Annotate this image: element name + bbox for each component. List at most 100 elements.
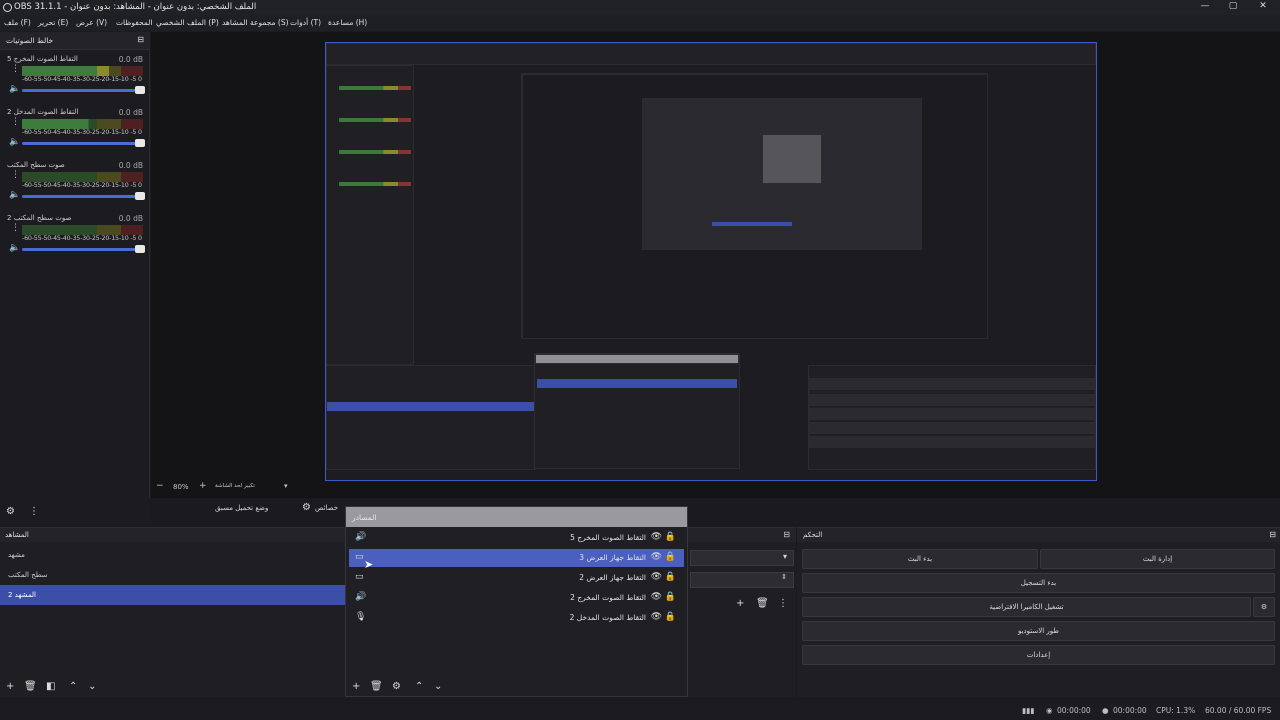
source-properties-gear-icon[interactable]: ⚙: [392, 681, 401, 692]
menu-tools[interactable]: أدوات (T): [290, 18, 321, 27]
menu-edit[interactable]: تحرير (E): [38, 18, 68, 27]
volume-slider-knob[interactable]: [135, 86, 145, 94]
studio-buttons: وضع تحميل مسبق ⚙ خصائص: [155, 498, 355, 522]
chevron-down-icon: ▾: [782, 552, 787, 561]
mixer-header: خالط الصوتيات ⊟: [0, 32, 150, 50]
move-down-icon[interactable]: ⌄: [434, 681, 442, 692]
source-item[interactable]: 🎙 التقاط الصوت المدخل 2 👁 🔒: [349, 609, 684, 627]
move-down-icon[interactable]: ⌄: [88, 681, 96, 692]
settings-button[interactable]: إعدادات: [802, 645, 1275, 665]
volume-slider[interactable]: [22, 139, 145, 147]
volume-slider[interactable]: [22, 192, 145, 200]
transition-more-icon[interactable]: ⋮: [778, 598, 788, 609]
dock-menu-icon[interactable]: ⊟: [1269, 530, 1276, 539]
visibility-eye-icon[interactable]: 👁: [651, 552, 662, 562]
zoom-out-button[interactable]: −: [156, 481, 164, 491]
source-label: التقاط جهاز العرض 2: [579, 573, 646, 582]
studio-mode-button[interactable]: وضع تحميل مسبق: [215, 504, 268, 512]
channel-menu-icon[interactable]: ⋮: [11, 118, 20, 127]
remove-scene-trash-icon[interactable]: 🗑: [24, 681, 37, 692]
menu-help[interactable]: مساعدة (H): [328, 18, 367, 27]
add-source-button[interactable]: +: [352, 681, 360, 692]
title-bar: OBS 31.1.1 - الملف الشخصي: بدون عنوان - …: [0, 0, 1280, 15]
source-item[interactable]: ▭ التقاط جهاز العرض 3 👁 🔒: [349, 549, 684, 567]
volume-slider-knob[interactable]: [135, 245, 145, 253]
remove-source-trash-icon[interactable]: 🗑: [370, 681, 383, 692]
menu-profile[interactable]: الملف الشخصي (P): [156, 18, 219, 27]
speaker-icon[interactable]: 🔈: [9, 243, 20, 253]
lock-icon[interactable]: 🔒: [665, 552, 676, 562]
scene-item[interactable]: سطح المكتب: [0, 565, 346, 585]
channel-db: 0.0 dB: [118, 161, 143, 170]
preview-canvas[interactable]: [325, 42, 1097, 481]
menu-docks[interactable]: المحفوظات: [116, 18, 153, 27]
visibility-eye-icon[interactable]: 👁: [651, 532, 662, 542]
volume-slider-knob[interactable]: [135, 139, 145, 147]
mixer-title: خالط الصوتيات: [6, 36, 54, 45]
move-up-icon[interactable]: ⌃: [415, 681, 423, 692]
virtual-camera-settings-gear-icon[interactable]: ⚙: [1253, 597, 1275, 617]
dock-menu-icon[interactable]: ⊟: [137, 35, 144, 44]
close-button[interactable]: ✕: [1256, 1, 1270, 13]
zoom-mode[interactable]: تكبير لحد الشاشة: [215, 483, 255, 489]
source-item[interactable]: 🔊 التقاط الصوت المخرج 5 👁 🔒: [349, 529, 684, 547]
volume-slider[interactable]: [22, 86, 145, 94]
properties-gear-icon[interactable]: ⚙: [302, 502, 311, 513]
monitor-icon: ▭: [355, 572, 364, 582]
lock-icon[interactable]: 🔒: [665, 572, 676, 582]
studio-mode-toggle-button[interactable]: طور الاستوديو: [802, 621, 1275, 641]
spin-arrows-icon[interactable]: ⇕: [781, 573, 787, 581]
zoom-in-button[interactable]: +: [199, 481, 207, 491]
sources-header[interactable]: المصادر: [346, 507, 687, 527]
duration-spinbox[interactable]: ⇕: [690, 572, 794, 588]
source-item[interactable]: ▭ التقاط جهاز العرض 2 👁 🔒: [349, 569, 684, 587]
source-item[interactable]: 🔊 التقاط الصوت المخرج 2 👁 🔒: [349, 589, 684, 607]
channel-menu-icon[interactable]: ⋮: [11, 224, 20, 233]
manage-stream-button[interactable]: إدارة البث: [1040, 549, 1275, 569]
move-up-icon[interactable]: ⌃: [69, 681, 77, 692]
lock-icon[interactable]: 🔒: [665, 612, 676, 622]
scene-filters-icon[interactable]: ◧: [46, 681, 55, 692]
visibility-eye-icon[interactable]: 👁: [651, 612, 662, 622]
start-recording-button[interactable]: بدء التسجيل: [802, 573, 1275, 593]
channel-name: صوت سطح المكتب: [7, 161, 65, 169]
virtual-camera-button[interactable]: تشغيل الكاميرا الافتراضية: [802, 597, 1251, 617]
menu-file[interactable]: ملف (F): [4, 18, 31, 27]
maximize-button[interactable]: ▢: [1226, 1, 1240, 13]
dock-float-icon[interactable]: ⊟: [783, 530, 790, 539]
lock-icon[interactable]: 🔒: [665, 592, 676, 602]
menu-scene-collection[interactable]: مجموعة المشاهد (S): [222, 18, 289, 27]
meter-ticks: -60-55-50-45-40-35-30-25-20-15-10 -5 0: [22, 129, 142, 136]
visibility-eye-icon[interactable]: 👁: [651, 572, 662, 582]
mixer-channel: صوت سطح المكتب 0.0 dB ⋮ -60-55-50-45-40-35-…: [0, 161, 150, 211]
speaker-icon[interactable]: 🔈: [9, 190, 20, 200]
transition-select[interactable]: ▾: [690, 550, 794, 566]
more-options-icon[interactable]: ⋮: [29, 506, 39, 517]
speaker-icon[interactable]: 🔈: [9, 84, 20, 94]
speaker-icon[interactable]: 🔈: [9, 137, 20, 147]
zoom-mode-chevron-icon[interactable]: ▾: [284, 482, 288, 490]
volume-slider[interactable]: [22, 245, 145, 253]
channel-menu-icon[interactable]: ⋮: [11, 65, 20, 74]
start-broadcast-button[interactable]: بدء البث: [802, 549, 1038, 569]
mixer-channel: التقاط الصوت المخرج 5 0.0 dB ⋮ -60-55-50-45…: [0, 55, 150, 105]
scene-item[interactable]: المشهد 2: [0, 585, 346, 605]
channel-menu-icon[interactable]: ⋮: [11, 171, 20, 180]
lock-icon[interactable]: 🔒: [665, 532, 676, 542]
remove-transition-trash-icon[interactable]: 🗑: [756, 598, 769, 609]
minimize-button[interactable]: —: [1198, 1, 1212, 13]
menu-view[interactable]: عرض (V): [76, 18, 107, 27]
visibility-eye-icon[interactable]: 👁: [651, 592, 662, 602]
mixer-channel: التقاط الصوت المدخل 2 0.0 dB ⋮ -60-55-50-45…: [0, 108, 150, 158]
volume-slider-knob[interactable]: [135, 192, 145, 200]
scene-item[interactable]: مشهد: [0, 545, 346, 565]
mixer-channel: صوت سطح المكتب 2 0.0 dB ⋮ -60-55-50-45-40-3…: [0, 214, 150, 264]
add-scene-button[interactable]: +: [6, 681, 14, 692]
add-transition-button[interactable]: +: [736, 598, 744, 609]
properties-button[interactable]: خصائص: [315, 504, 338, 512]
sources-dock: المصادر 🔊 التقاط الصوت المخرج 5 👁 🔒 ▭ التقاط …: [345, 506, 688, 697]
transitions-dock: ⊟ ▾ ⇕ + 🗑 ⋮: [688, 527, 796, 697]
scenes-dock: المشاهد مشهد سطح المكتب المشهد 2 + 🗑 ◧ ⌃ ⌄: [0, 527, 346, 697]
gear-icon[interactable]: ⚙: [6, 506, 15, 517]
volume-meter: [22, 172, 143, 182]
